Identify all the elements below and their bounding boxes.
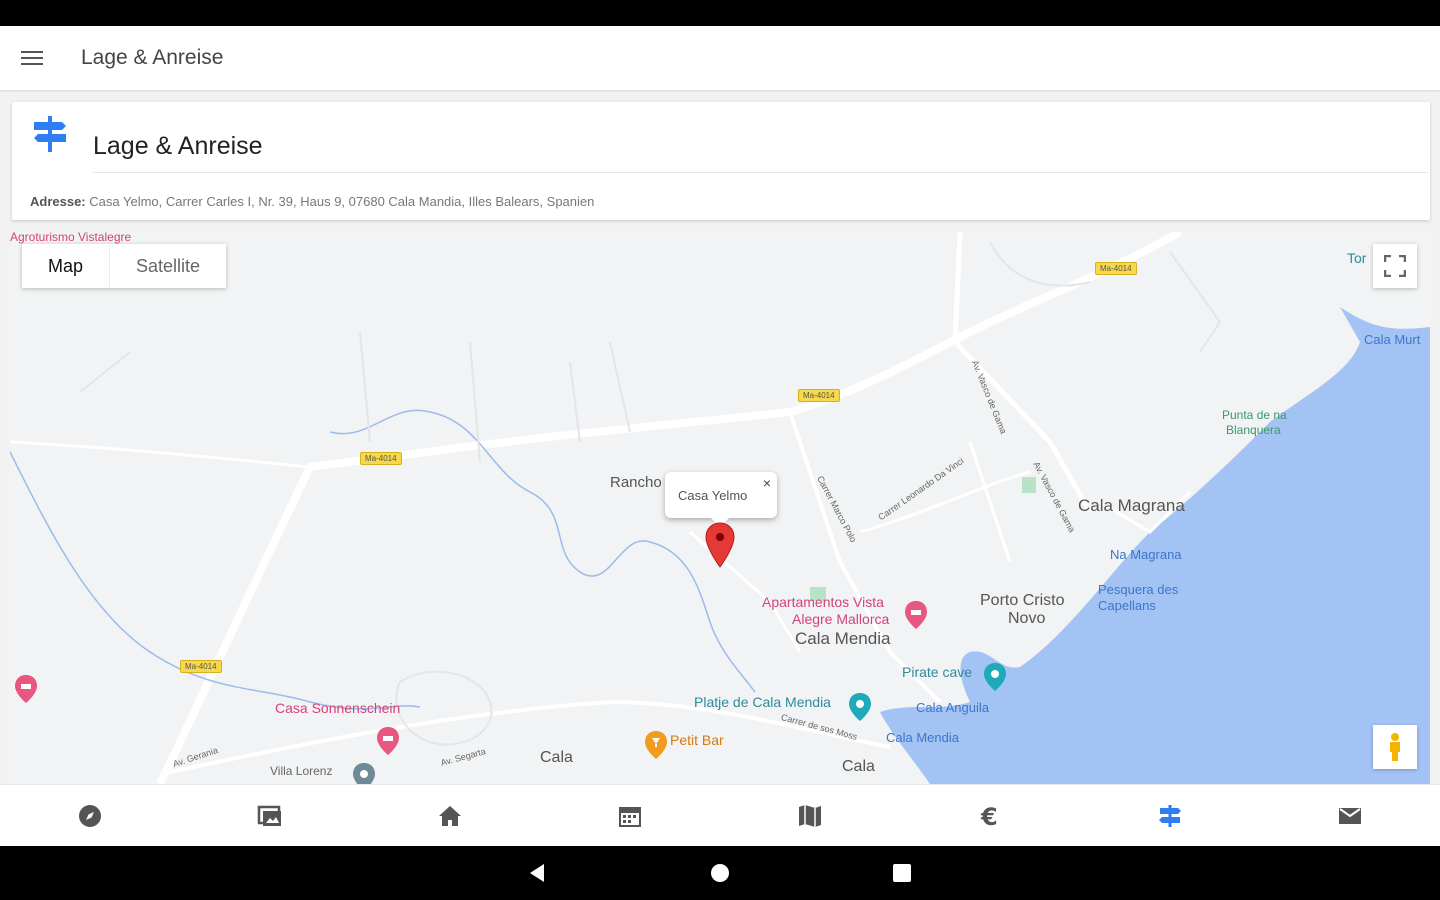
hotel-pin-icon[interactable] xyxy=(904,600,928,630)
map-label-platje: Platje de Cala Mendia xyxy=(694,694,831,710)
svg-text:€: € xyxy=(980,803,998,829)
nav-item-map[interactable] xyxy=(720,785,900,846)
app-bar: Lage & Anreise xyxy=(0,26,1440,92)
map-label-pesquera: Pesquera des xyxy=(1098,582,1179,597)
attraction-pin-icon[interactable] xyxy=(848,692,872,722)
signpost-icon xyxy=(34,116,66,152)
location-marker-icon[interactable] xyxy=(705,522,735,568)
map-icon xyxy=(799,804,821,827)
map-label-porto-cristo: Porto Cristo xyxy=(980,592,1065,609)
euro-icon: € xyxy=(980,803,998,829)
hotel-pin-icon[interactable] xyxy=(376,726,400,756)
bottom-navigation: € xyxy=(0,784,1440,846)
back-icon[interactable] xyxy=(526,861,550,885)
map-label-apartamentos-2: Alegre Mallorca xyxy=(792,611,890,627)
mail-icon xyxy=(1339,807,1361,824)
map-type-satellite-button[interactable]: Satellite xyxy=(109,244,226,288)
road-shield: Ma-4014 xyxy=(360,452,402,465)
map-label-pirate-cave: Pirate cave xyxy=(902,664,973,680)
hotel-pin-icon[interactable] xyxy=(14,674,38,704)
address-value: Casa Yelmo, Carrer Carles I, Nr. 39, Hau… xyxy=(89,194,595,209)
nav-item-gallery[interactable] xyxy=(180,785,360,846)
map-label-petit-bar: Petit Bar xyxy=(670,732,724,748)
fullscreen-icon xyxy=(1384,255,1406,277)
map-label-rancho: Rancho xyxy=(610,474,662,491)
map-type-map-button[interactable]: Map xyxy=(22,244,109,288)
google-map[interactable]: Ma-4014 Ma-4014 Ma-4014 Ma-4014 Agroturi… xyxy=(10,232,1430,784)
road-shield: Ma-4014 xyxy=(180,660,222,673)
map-label-apartamentos: Apartamentos Vista xyxy=(762,594,884,610)
menu-button[interactable] xyxy=(0,25,64,91)
map-type-control: Map Satellite xyxy=(22,244,227,288)
location-card: Lage & Anreise Adresse: Casa Yelmo, Carr… xyxy=(12,102,1430,220)
map-label-pesquera-2: Capellans xyxy=(1098,598,1156,613)
map-label-cala-domingos: Cala xyxy=(540,749,573,766)
nav-item-location[interactable] xyxy=(1080,785,1260,846)
system-navigation-bar xyxy=(0,846,1440,900)
hamburger-menu-icon xyxy=(21,51,43,65)
map-label-villa: Villa Lorenz xyxy=(270,764,333,778)
attraction-pin-icon[interactable] xyxy=(983,662,1007,692)
map-label-cala-anguila: Cala Anguila xyxy=(916,700,989,715)
map-label-cala-mendia: Cala Mendia xyxy=(795,629,891,648)
info-window: Casa Yelmo × xyxy=(665,472,777,527)
status-bar xyxy=(0,0,1440,26)
pegman-icon xyxy=(1390,733,1400,761)
place-pin-icon[interactable] xyxy=(352,762,376,784)
road-shield: Ma-4014 xyxy=(798,389,840,402)
signpost-icon xyxy=(1159,804,1181,827)
content-area: Lage & Anreise Adresse: Casa Yelmo, Carr… xyxy=(0,92,1440,784)
map-label-cala-mendia-water: Cala Mendia xyxy=(886,730,959,745)
info-window-text: Casa Yelmo xyxy=(678,487,748,503)
nav-item-calendar[interactable] xyxy=(540,785,720,846)
map-label-top-right: Tor xyxy=(1347,250,1367,266)
card-divider xyxy=(93,172,1428,173)
fullscreen-button[interactable] xyxy=(1373,244,1417,288)
map-label-na-magrana: Na Magrana xyxy=(1110,547,1182,562)
map-label-cala-magrana: Cala Magrana xyxy=(1078,496,1185,515)
info-window-close-button[interactable]: × xyxy=(763,475,771,491)
photo-gallery-icon xyxy=(257,805,281,826)
address-label: Adresse: xyxy=(30,194,86,209)
street-view-button[interactable] xyxy=(1373,725,1417,769)
recents-icon[interactable] xyxy=(890,861,914,885)
map-label-porto-cristo-2: Novo xyxy=(1008,610,1046,627)
address-text: Adresse: Casa Yelmo, Carrer Carles I, Nr… xyxy=(30,194,594,209)
nav-item-home[interactable] xyxy=(360,785,540,846)
map-label-cala-bottom: Cala xyxy=(842,758,875,775)
compass-icon xyxy=(79,804,101,827)
map-label-punta-2: Blanquera xyxy=(1226,423,1281,437)
map-label-casa-sonnenschein: Casa Sonnenschein xyxy=(275,700,401,716)
nav-item-contact[interactable] xyxy=(1260,785,1440,846)
nav-item-prices[interactable]: € xyxy=(900,785,1080,846)
bar-pin-icon[interactable] xyxy=(644,730,668,760)
map-label-cala-murta: Cala Murt xyxy=(1364,332,1421,347)
card-title: Lage & Anreise xyxy=(93,132,263,160)
map-label-agroturismo: Agroturismo Vistalegre xyxy=(10,232,132,244)
home-icon xyxy=(439,805,461,826)
nav-item-explore[interactable] xyxy=(0,785,180,846)
map-label-punta: Punta de na xyxy=(1222,408,1287,422)
app-title: Lage & Anreise xyxy=(81,46,224,69)
road-shield: Ma-4014 xyxy=(1095,262,1137,275)
home-button-icon[interactable] xyxy=(708,861,732,885)
calendar-icon xyxy=(619,806,641,827)
